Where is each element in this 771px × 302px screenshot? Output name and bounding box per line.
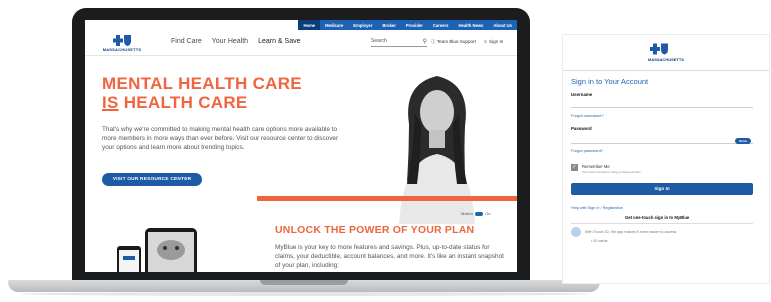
phones-app-image [117, 228, 197, 272]
main-nav: MASSACHUSETTS Find Care Your Health Lear… [85, 30, 517, 56]
nav-item-find-care[interactable]: Find Care [171, 38, 202, 45]
utility-link-provider[interactable]: Provider [401, 20, 428, 30]
marketing-composite: Home Medicare Employer Broker Provider C… [0, 0, 771, 302]
search-input[interactable]: Search ⚲ [371, 38, 427, 47]
utility-link-about-us[interactable]: About Us [488, 20, 517, 30]
help-signin-link[interactable]: Help with Sign In / Registration [571, 206, 623, 210]
username-label: Username [571, 92, 593, 97]
support-label: Team Blue Support [436, 39, 476, 44]
brand-logo[interactable]: MASSACHUSETTS [99, 35, 145, 55]
utility-link-health-news[interactable]: Health News [453, 20, 488, 30]
search-icon[interactable]: ⚲ [423, 38, 427, 45]
utility-links: Home Medicare Employer Broker Provider C… [298, 20, 517, 30]
motion-label: Motion [461, 211, 474, 216]
password-field[interactable] [571, 143, 753, 144]
laptop-notch [260, 280, 348, 285]
toggle-switch-icon [475, 211, 484, 216]
utility-link-careers[interactable]: Careers [428, 20, 454, 30]
motion-toggle[interactable]: Motion On [461, 211, 491, 216]
nav-item-your-health[interactable]: Your Health [212, 38, 248, 45]
accent-divider [257, 196, 517, 201]
utility-bar: Home Medicare Employer Broker Provider C… [85, 20, 517, 30]
remember-me-label: Remember Me [582, 164, 610, 169]
signin-heading: Sign in to Your Account [571, 77, 649, 86]
support-link[interactable]: ⓘ Team Blue Support [431, 39, 476, 45]
onetouch-heading: Get one-touch sign in to MyBlue [625, 215, 690, 220]
forgot-username-link[interactable]: Forgot username? [571, 113, 604, 118]
hero-body: That's why we're committed to making men… [102, 126, 339, 151]
onetouch-divider [571, 223, 753, 224]
password-label: Password [571, 126, 592, 131]
signin-label: Sign In [488, 39, 504, 44]
search-placeholder: Search [371, 38, 387, 44]
utility-link-broker[interactable]: Broker [377, 20, 401, 30]
cross-shield-logo-icon [650, 43, 668, 55]
hero-title: MENTAL HEALTH CARE IS HEALTH CARE [102, 74, 302, 112]
bullet-id-cards: • ID cards [591, 239, 608, 243]
hero-title-is: IS [102, 93, 119, 112]
utility-link-employer[interactable]: Employer [348, 20, 377, 30]
hero-title-line2: IS HEALTH CARE [102, 93, 302, 112]
utility-link-medicare[interactable]: Medicare [320, 20, 348, 30]
signin-logo-text: MASSACHUSETTS [647, 57, 684, 62]
signin-button[interactable]: Sign In [571, 183, 753, 195]
signin-header: MASSACHUSETTS [563, 35, 769, 71]
signin-panel: MASSACHUSETTS Sign in to Your Account Us… [562, 34, 770, 284]
resource-center-button[interactable]: VISIT OUR RESOURCE CENTER [102, 173, 202, 186]
help-circle-icon: ⓘ [431, 39, 436, 44]
nav-item-learn-save[interactable]: Learn & Save [258, 38, 300, 45]
motion-state: On [485, 211, 491, 216]
forgot-password-link[interactable]: Forgot password? [571, 148, 603, 153]
hero-title-rest: HEALTH CARE [118, 93, 248, 112]
hero-title-line1: MENTAL HEALTH CARE [102, 74, 302, 93]
bullet-text: ID cards [593, 239, 608, 243]
logo-text: MASSACHUSETTS [102, 47, 142, 52]
laptop-screen: Home Medicare Employer Broker Provider C… [85, 20, 517, 272]
username-field[interactable] [571, 107, 753, 108]
unlock-title: UNLOCK THE POWER OF YOUR PLAN [275, 224, 475, 236]
utility-link-home[interactable]: Home [298, 20, 321, 30]
nav-items: Find Care Your Health Learn & Save [171, 38, 300, 45]
fingerprint-icon [571, 227, 581, 237]
cross-shield-logo-icon [113, 35, 131, 46]
remember-me-checkbox[interactable]: ✓ [571, 164, 578, 171]
touch-id-text: With Touch ID, the app makes it even eas… [585, 230, 678, 234]
unlock-body: MyBlue is your key to more features and … [275, 244, 504, 269]
laptop-shadow [20, 292, 590, 296]
remember-me-note: (Not recommended if using a shared devic… [582, 170, 642, 174]
show-password-button[interactable]: Show [735, 138, 751, 144]
signin-link[interactable]: ☺ Sign In [483, 39, 503, 44]
user-icon: ☺ [483, 39, 488, 44]
